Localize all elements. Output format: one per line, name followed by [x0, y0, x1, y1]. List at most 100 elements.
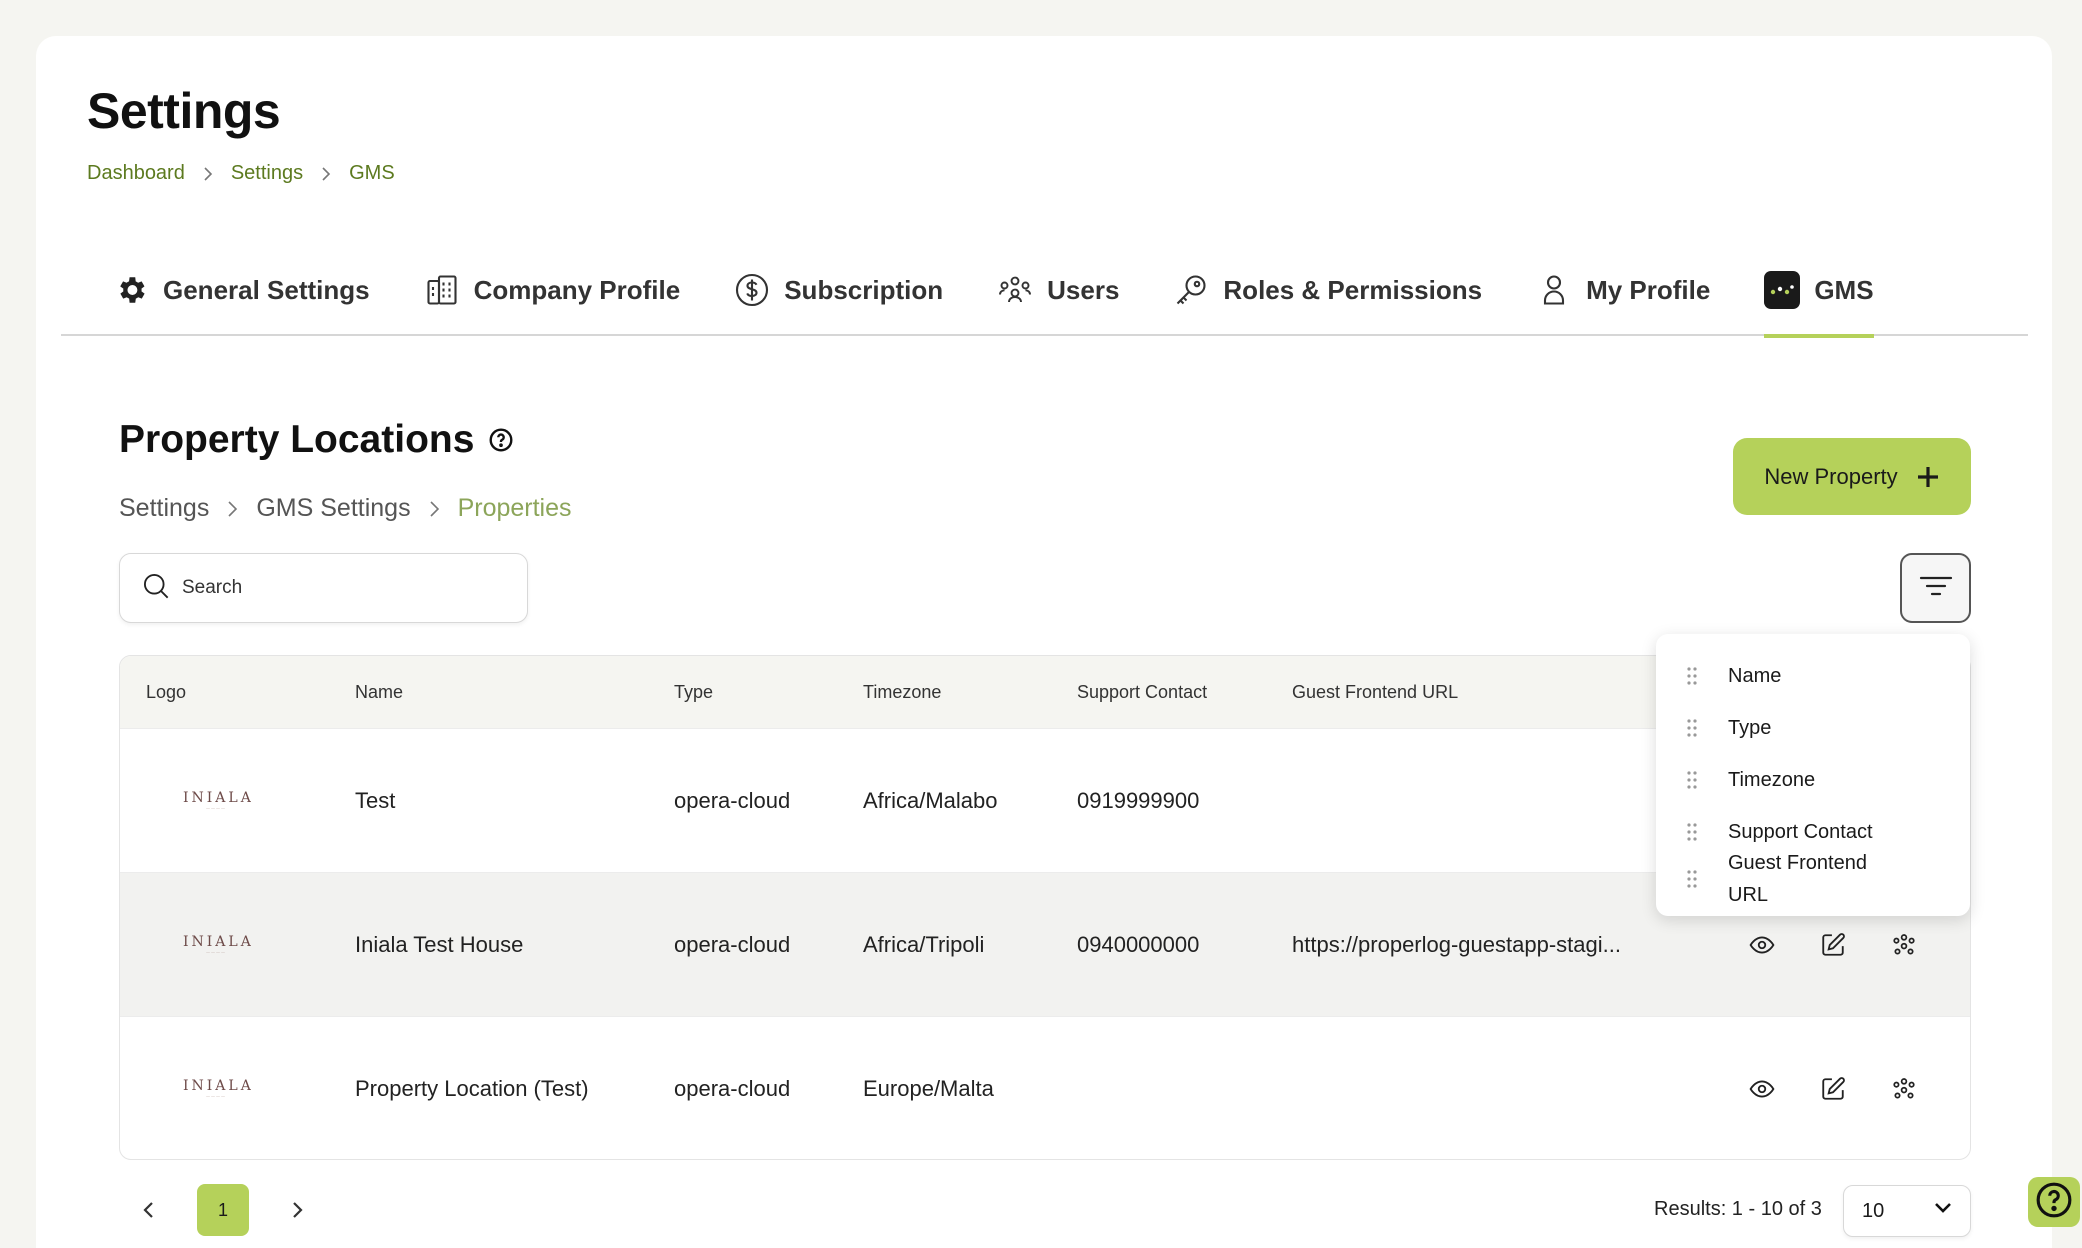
column-menu-label: Support Contact — [1728, 821, 1873, 843]
eye-icon[interactable] — [1746, 1073, 1778, 1105]
section-breadcrumb-settings[interactable]: Settings — [119, 494, 209, 523]
chevron-right-icon — [227, 500, 238, 518]
column-menu-label: Timezone — [1728, 769, 1816, 791]
chevron-right-icon[interactable] — [269, 1184, 327, 1236]
column-header-support-contact[interactable]: Support Contact — [1077, 682, 1207, 703]
chevron-right-icon — [321, 166, 331, 182]
section-breadcrumb-properties: Properties — [457, 494, 572, 522]
column-header-guest-frontend-url[interactable]: Guest Frontend URL — [1292, 682, 1652, 703]
logo-text: INIALA — [183, 933, 254, 950]
tab-label: Roles & Permissions — [1223, 274, 1483, 305]
column-header-type[interactable]: Type — [674, 682, 713, 703]
page-number-button[interactable]: 1 — [197, 1184, 249, 1236]
tab-subscription[interactable]: Subscription — [734, 262, 943, 318]
property-logo: INIALA ———— — [183, 789, 254, 810]
cell-type: opera-cloud — [674, 931, 791, 957]
new-property-label: New Property — [1764, 463, 1898, 489]
section-breadcrumb-gms-settings[interactable]: GMS Settings — [256, 494, 410, 523]
column-menu-label: Name — [1728, 665, 1782, 687]
table-row[interactable]: INIALA ———— Property Location (Test) oper… — [120, 1016, 1970, 1159]
pagination: 1 — [119, 1184, 327, 1236]
cell-timezone: Europe/Malta — [863, 1075, 994, 1101]
column-menu-item-guest-frontend-url[interactable]: Guest Frontend URL — [1656, 846, 1970, 912]
column-visibility-menu: Name Type Timezone Support Contact Guest… — [1656, 634, 1970, 916]
drag-handle-icon[interactable] — [1686, 770, 1698, 790]
column-filter-button[interactable] — [1900, 553, 1971, 623]
tab-label: General Settings — [163, 274, 370, 305]
column-header-timezone[interactable]: Timezone — [863, 682, 941, 703]
cell-timezone: Africa/Tripoli — [863, 931, 985, 957]
per-page-select[interactable]: 10 — [1843, 1185, 1971, 1237]
breadcrumb-dashboard[interactable]: Dashboard — [87, 162, 185, 185]
cell-name: Test — [355, 787, 396, 813]
section-title-text: Property Locations — [119, 418, 475, 461]
column-header-logo: Logo — [146, 681, 187, 702]
help-button[interactable] — [2028, 1177, 2080, 1227]
column-menu-label: Guest Frontend URL — [1728, 852, 1867, 906]
tab-label: My Profile — [1586, 274, 1711, 305]
tab-roles-permissions[interactable]: Roles & Permissions — [1173, 262, 1482, 318]
drag-handle-icon[interactable] — [1686, 666, 1698, 686]
cell-name: Iniala Test House — [355, 931, 524, 957]
section-title: Property Locations — [119, 418, 514, 462]
users-icon — [997, 272, 1033, 308]
question-circle-icon — [2035, 1181, 2073, 1224]
tab-label: Subscription — [784, 274, 944, 305]
tab-users[interactable]: Users — [997, 262, 1119, 318]
settings-tabs: General Settings Company Profile Subscri… — [61, 262, 2028, 338]
cell-type: opera-cloud — [674, 1075, 791, 1101]
property-logo: INIALA ———— — [183, 1077, 254, 1098]
column-menu-label: Type — [1728, 717, 1772, 739]
page-title: Settings — [87, 83, 281, 139]
key-icon — [1173, 272, 1209, 308]
logo-text: INIALA — [183, 789, 254, 806]
chevron-down-icon — [1934, 1202, 1952, 1214]
row-actions — [1746, 929, 1959, 961]
tab-my-profile[interactable]: My Profile — [1536, 262, 1710, 318]
results-count: Results: 1 - 10 of 3 — [1654, 1198, 1822, 1220]
gear-icon — [113, 272, 149, 308]
section-breadcrumb: Settings GMS Settings Properties — [119, 494, 572, 523]
help-circle-icon[interactable] — [488, 427, 514, 453]
tab-company-profile[interactable]: Company Profile — [424, 262, 681, 318]
property-logo: INIALA ———— — [183, 933, 254, 954]
breadcrumb-gms[interactable]: GMS — [349, 162, 395, 185]
cell-name: Property Location (Test) — [355, 1075, 589, 1101]
search-box — [119, 553, 528, 623]
cell-support-contact: 0919999900 — [1077, 787, 1200, 813]
tab-label: Users — [1047, 274, 1120, 305]
filter-lines-icon — [1919, 575, 1953, 602]
drag-handle-icon[interactable] — [1686, 822, 1698, 842]
tab-label: GMS — [1814, 274, 1874, 305]
edit-icon[interactable] — [1817, 1073, 1849, 1105]
chevron-right-icon — [429, 500, 440, 518]
chevron-right-icon — [203, 166, 213, 182]
column-menu-item-name[interactable]: Name — [1656, 656, 1970, 696]
users-group-icon[interactable] — [1888, 929, 1920, 961]
per-page-value: 10 — [1862, 1199, 1885, 1222]
cell-type: opera-cloud — [674, 787, 791, 813]
cell-support-contact: 0940000000 — [1077, 931, 1200, 957]
drag-handle-icon[interactable] — [1686, 869, 1698, 889]
column-header-name[interactable]: Name — [355, 682, 403, 703]
dollar-circle-icon — [734, 272, 770, 308]
column-menu-item-timezone[interactable]: Timezone — [1656, 760, 1970, 800]
cell-guest-frontend-url: https://properlog-guestapp-stagi... — [1292, 931, 1621, 957]
new-property-button[interactable]: New Property — [1733, 438, 1971, 515]
search-input[interactable] — [182, 577, 502, 599]
cell-timezone: Africa/Malabo — [863, 787, 998, 813]
tab-label: Company Profile — [473, 274, 681, 305]
users-group-icon[interactable] — [1888, 1073, 1920, 1105]
plus-icon — [1916, 465, 1940, 489]
chevron-left-icon[interactable] — [119, 1184, 177, 1236]
breadcrumb: Dashboard Settings GMS — [87, 162, 395, 185]
tab-gms[interactable]: GMS — [1764, 262, 1874, 338]
column-menu-item-type[interactable]: Type — [1656, 708, 1970, 748]
row-actions — [1746, 1073, 1959, 1105]
search-icon — [142, 572, 170, 605]
edit-icon[interactable] — [1817, 929, 1849, 961]
breadcrumb-settings[interactable]: Settings — [231, 162, 303, 185]
tab-general-settings[interactable]: General Settings — [113, 262, 370, 318]
eye-icon[interactable] — [1746, 929, 1778, 961]
drag-handle-icon[interactable] — [1686, 718, 1698, 738]
